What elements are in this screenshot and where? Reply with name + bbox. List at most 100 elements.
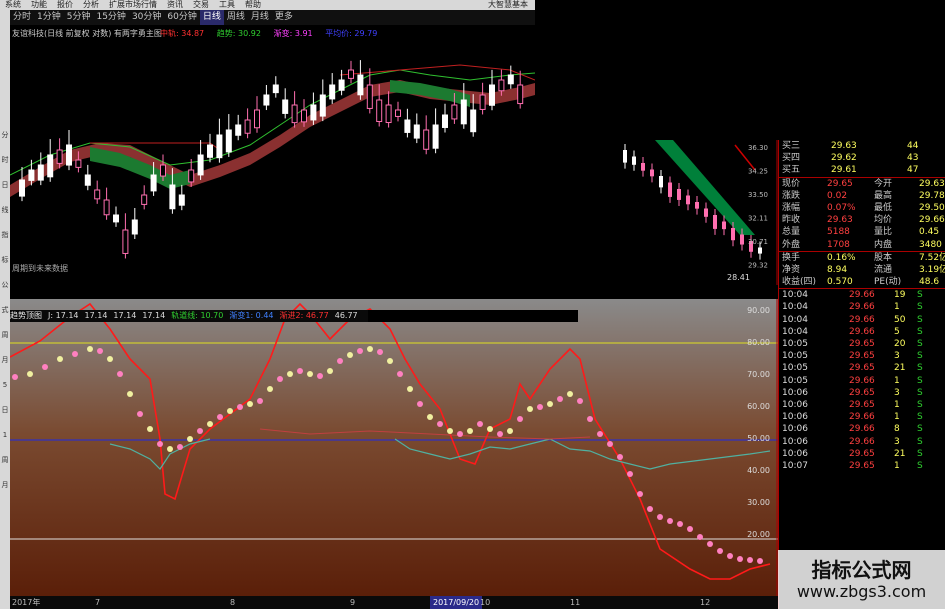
indicator-dot xyxy=(367,346,373,352)
period-tab-5[interactable]: 60分钟 xyxy=(164,10,199,25)
indicator-dot xyxy=(597,431,603,437)
tick-side: S xyxy=(917,460,923,471)
candle-body xyxy=(348,69,354,79)
date-label-7: 12 xyxy=(700,598,711,607)
indicator-dot xyxy=(447,428,453,434)
quote-stat-row: 涨幅 0.07% 最低 29.50 xyxy=(779,202,945,214)
tick-volume: 21 xyxy=(894,448,906,459)
menu-item-5[interactable]: 资讯 xyxy=(167,0,183,9)
period-tab-9[interactable]: 更多 xyxy=(272,10,296,25)
tick-row: 10:06 29.65 1 S xyxy=(779,399,945,411)
tick-volume: 3 xyxy=(894,387,900,398)
tick-row: 10:04 29.66 19 S xyxy=(779,289,945,301)
menu-item-2[interactable]: 报价 xyxy=(57,0,73,9)
tick-side: S xyxy=(917,412,923,423)
tick-price: 29.65 xyxy=(849,351,875,362)
stat-value: 0.45 xyxy=(919,227,940,238)
left-tool-4[interactable]: 指 xyxy=(0,230,10,241)
stat-label: 净资 xyxy=(782,264,801,275)
period-tabs: 分时 1分钟 5分钟 15分钟 30分钟 60分钟 日线 周线 月线 更多 xyxy=(10,10,535,26)
stat-label: PE(动) xyxy=(874,277,902,288)
left-tool-5[interactable]: 标 xyxy=(0,255,10,266)
period-tab-6[interactable]: 日线 xyxy=(199,10,224,25)
menu-item-0[interactable]: 系统 xyxy=(5,0,21,9)
left-tool-7[interactable]: 式 xyxy=(0,305,10,316)
left-tool-6[interactable]: 公 xyxy=(0,280,10,291)
period-tab-4[interactable]: 30分钟 xyxy=(129,10,164,25)
oscillator-chart[interactable]: 90.00 80.00 70.00 60.00 50.00 40.00 30.00 20.00 xyxy=(10,299,778,599)
quote-stat-row: 总量 5188 量比 0.45 xyxy=(779,226,945,238)
indicator-dot xyxy=(427,414,433,420)
tick-time: 10:07 xyxy=(782,460,808,471)
candle-body xyxy=(413,124,420,139)
mid-axis-label: 30.71 xyxy=(748,238,768,246)
indicator-dot xyxy=(187,436,193,442)
tick-volume: 1 xyxy=(894,302,900,313)
indicator-dot xyxy=(307,371,313,377)
left-tool-11[interactable]: 日 xyxy=(0,405,10,416)
date-label-0: 2017年 xyxy=(12,598,41,607)
indicator-dot xyxy=(87,346,93,352)
tick-time: 10:06 xyxy=(782,412,808,423)
candle-body xyxy=(423,129,430,150)
left-tool-3[interactable]: 线 xyxy=(0,205,10,216)
menu-item-6[interactable]: 交易 xyxy=(193,0,209,9)
bid-volume: 44 xyxy=(907,141,919,151)
period-tab-8[interactable]: 月线 xyxy=(248,10,272,25)
period-tab-7[interactable]: 周线 xyxy=(224,10,248,25)
stat-label: 今开 xyxy=(874,178,893,189)
indicator-dot xyxy=(387,358,393,364)
tick-side: S xyxy=(917,351,923,362)
candle-body xyxy=(94,189,101,200)
menu-item-3[interactable]: 分析 xyxy=(83,0,99,9)
bid-row: 买四 29.62 43 xyxy=(779,152,945,164)
candlestick-chart[interactable]: 友谊科技(日线 前复权 对数) 有两字勇主图 中轨: 34.87 趋势: 30.9… xyxy=(10,25,535,283)
indicator-dot xyxy=(57,356,63,362)
stat-value: 3480 xyxy=(919,239,942,250)
tick-side: S xyxy=(917,387,923,398)
left-tool-0[interactable]: 分 xyxy=(0,130,10,141)
stat-label: 量比 xyxy=(874,227,893,238)
left-tool-8[interactable]: 周 xyxy=(0,330,10,341)
candle-body xyxy=(66,144,72,166)
watermark-title: 指标公式网 xyxy=(811,558,912,582)
left-tool-12[interactable]: 1 xyxy=(0,430,10,441)
tick-price: 29.66 xyxy=(849,314,875,325)
tick-volume: 1 xyxy=(894,412,900,423)
period-tab-0[interactable]: 分时 xyxy=(10,10,34,25)
indicator-dot xyxy=(207,421,213,427)
left-tool-13[interactable]: 周 xyxy=(0,455,10,466)
bid-row: 买三 29.63 44 xyxy=(779,140,945,152)
candle-body xyxy=(178,194,185,206)
indicator-dot xyxy=(437,421,443,427)
quote-stat-row: 涨跌 0.02 最高 29.78 xyxy=(779,190,945,202)
left-tool-1[interactable]: 时 xyxy=(0,155,10,166)
left-tool-2[interactable]: 日 xyxy=(0,180,10,191)
indicator-dot xyxy=(497,431,503,437)
period-tab-1[interactable]: 1分钟 xyxy=(34,10,64,25)
tick-price: 29.66 xyxy=(849,302,875,313)
indicator-bar: 趋势顶图 J: 17.14 17.14 17.14 17.14 轨道线: 10.70 渐变1… xyxy=(10,310,370,322)
lower-axis-label: 60.00 xyxy=(747,402,770,411)
stat-label: 换手 xyxy=(782,252,801,263)
period-tab-3[interactable]: 15分钟 xyxy=(93,10,128,25)
stat-value: 5188 xyxy=(827,227,850,238)
candle-body xyxy=(432,124,439,149)
menu-item-4[interactable]: 扩展市场行情 xyxy=(109,0,157,9)
tick-volume: 1 xyxy=(894,460,900,471)
date-label-2: 8 xyxy=(230,598,236,607)
left-tool-10[interactable]: 5 xyxy=(0,380,10,391)
menu-item-1[interactable]: 功能 xyxy=(31,0,47,9)
menu-item-7[interactable]: 工具 xyxy=(219,0,235,9)
period-tab-2[interactable]: 5分钟 xyxy=(64,10,94,25)
menu-item-8[interactable]: 帮助 xyxy=(245,0,261,9)
indicator-dot xyxy=(357,348,363,354)
bid-price: 29.62 xyxy=(831,153,857,164)
left-tool-9[interactable]: 月 xyxy=(0,355,10,366)
intraday-chart[interactable]: 36.30 34.25 33.50 32.11 30.71 29.32 28.41 xyxy=(615,140,778,285)
left-tool-14[interactable]: 月 xyxy=(0,480,10,491)
tick-price: 29.66 xyxy=(849,375,875,386)
stat-value: 48.6 xyxy=(919,277,940,288)
candle-body xyxy=(141,194,148,205)
candle-body xyxy=(301,109,307,123)
